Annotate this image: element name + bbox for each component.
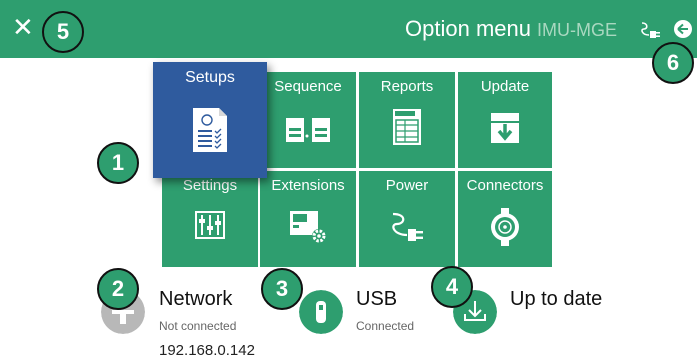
badge-4: 4 [431, 266, 473, 308]
download-box-icon [491, 113, 519, 143]
tile-extensions[interactable]: Extensions [260, 171, 356, 267]
close-icon[interactable]: ✕ [12, 14, 34, 40]
tile-label: Settings [182, 177, 238, 194]
tile-label: Setups [185, 69, 235, 86]
update-status-title: Up to date [510, 288, 603, 310]
tile-reports[interactable]: Reports [359, 72, 455, 168]
badge-1: 1 [97, 142, 139, 184]
setup-document-icon [193, 108, 227, 152]
tile-label: Power [385, 177, 429, 194]
connector-icon [491, 208, 519, 246]
badge-2: 2 [97, 268, 139, 310]
badge-3: 3 [261, 268, 303, 310]
tile-label: Update [480, 78, 530, 95]
usb-state: Connected [356, 319, 415, 333]
device-name: IMU-MGE [537, 20, 617, 40]
usb-icon[interactable] [299, 290, 343, 334]
power-plug-icon [392, 212, 423, 241]
extension-gear-icon [290, 211, 326, 243]
tile-update[interactable]: Update [458, 72, 552, 168]
power-plug-icon [641, 22, 660, 38]
top-bar: ✕ Option menu IMU-MGE [0, 0, 697, 58]
back-arrow-icon[interactable] [674, 20, 692, 38]
page-title: Option menu IMU-MGE [405, 16, 617, 43]
network-state: Not connected [159, 319, 237, 333]
ip-address: 192.168.0.142 [159, 342, 255, 359]
tile-connectors[interactable]: Connectors [458, 171, 552, 267]
title-text: Option menu [405, 16, 531, 41]
tile-label: Extensions [271, 177, 345, 194]
tile-label: Reports [380, 78, 434, 95]
network-title: Network [159, 288, 233, 310]
badge-5: 5 [42, 11, 84, 53]
tile-power[interactable]: Power [359, 171, 455, 267]
badge-6: 6 [652, 42, 694, 84]
report-icon [393, 109, 421, 145]
usb-title: USB [356, 288, 398, 310]
sliders-icon [195, 211, 225, 239]
tile-setups-selected[interactable]: Setups [153, 62, 267, 178]
sequence-icon [286, 118, 330, 142]
tile-label: Sequence [274, 78, 342, 95]
tile-sequence[interactable]: Sequence [260, 72, 356, 168]
tile-settings[interactable]: Settings [162, 171, 258, 267]
tile-label: Connectors [466, 177, 544, 194]
